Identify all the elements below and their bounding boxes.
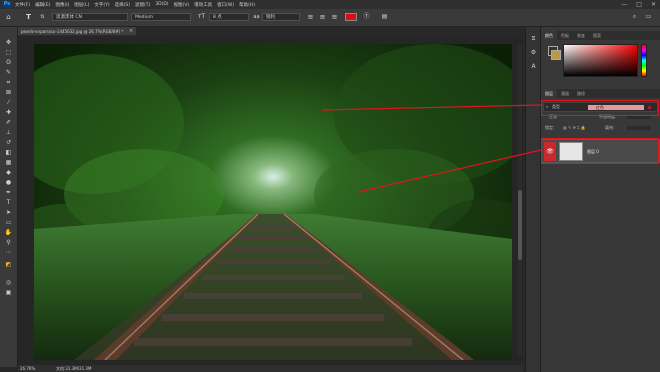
warp-text-icon[interactable]: Ⓣ [362,12,371,22]
align-right-icon[interactable]: ≡ [330,12,339,22]
gradient-icon[interactable]: ▦ [4,159,13,166]
history-brush-icon[interactable]: ↺ [4,139,13,146]
background-color-swatch[interactable] [551,50,561,60]
hue-slider[interactable] [641,44,647,77]
screen-mode-icon[interactable]: ▣ [4,289,13,296]
menu-bar: Ps 文件(F) 编辑(E) 图像(I) 图层(L) 文字(Y) 选择(S) 滤… [0,0,660,9]
tab-color[interactable]: 颜色 [541,31,557,40]
tab-patterns[interactable]: 图案 [589,31,605,40]
photoshop-logo: Ps [2,1,12,8]
brush-icon[interactable]: ✐ [4,119,13,126]
marquee-icon[interactable]: ⬚ [4,49,13,56]
menu-3d[interactable]: 3D(D) [155,2,168,7]
font-size-icon: ᴛT [197,13,206,20]
history-panel-icon[interactable]: ⧖ [529,35,538,42]
text-orientation-icon[interactable]: ⇅ [38,12,47,22]
align-left-icon[interactable]: ≡ [306,12,315,22]
font-family-select[interactable]: 思源黑体 CN [52,13,128,21]
pen-icon[interactable]: ✒ [4,189,13,196]
fill-field[interactable] [627,126,651,130]
search-icon[interactable]: ⌕ [630,12,639,22]
minimize-icon[interactable]: — [621,0,627,9]
menu-type[interactable]: 文字(Y) [94,2,109,8]
menu-window[interactable]: 窗口(W) [217,2,234,8]
menu-filter[interactable]: 滤镜(T) [135,2,150,8]
filter-highlight-box [541,100,659,116]
hand-icon[interactable]: ✋ [4,229,13,236]
tools-panel: ✥ ⬚ ʘ ✎ ⌗ ⊠ ⁄ ✚ ✐ ⊥ ↺ ◧ ▦ ◆ ● ✒ T ➤ ▭ ✋ … [0,27,18,367]
antialias-select[interactable]: 锐利 [262,13,300,21]
path-select-icon[interactable]: ➤ [4,209,13,216]
menu-help[interactable]: 帮助(H) [239,2,255,8]
layers-panel-tabs: 图层 通道 路径 [541,89,660,98]
menu-edit[interactable]: 编辑(E) [35,2,50,8]
eraser-icon[interactable]: ◧ [4,149,13,156]
color-panel-tabs: 颜色 色板 渐变 图案 [541,31,660,40]
tab-gradients[interactable]: 渐变 [573,31,589,40]
menu-layer[interactable]: 图层(L) [74,2,89,8]
layer-highlight-box [541,138,659,164]
options-bar: ⌂ T ⇅ 思源黑体 CN Medium ᴛT 8 点 aa 锐利 ≡ ≡ ≡ … [0,9,660,27]
menu-select[interactable]: 选择(S) [115,2,130,8]
maximize-icon[interactable]: □ [636,0,642,9]
blur-icon[interactable]: ◆ [4,169,13,176]
crop-icon[interactable]: ⌗ [4,79,13,86]
lasso-icon[interactable]: ʘ [4,59,13,66]
type-icon[interactable]: T [4,199,13,206]
tab-paths[interactable]: 路径 [573,89,589,98]
font-size-select[interactable]: 8 点 [209,13,249,21]
canvas-photo[interactable] [34,44,512,360]
panel-icon-strip: ⧖ ⚙ A [525,27,541,372]
menu-plugins[interactable]: 增效工具 [194,2,212,8]
eyedropper-icon[interactable]: ⁄ [4,99,13,106]
tab-layers[interactable]: 图层 [541,89,557,98]
close-window-icon[interactable]: ✕ [651,0,656,9]
type-tool-icon[interactable]: T [24,12,33,22]
scrollbar-thumb[interactable] [518,190,522,260]
lock-label: 锁定: [545,125,555,130]
status-bar: 26.76% 文档:31.3M/31.3M [18,365,523,372]
dodge-icon[interactable]: ● [4,179,13,186]
document-tab[interactable]: pexels-vnparraco-1445632.jpg @ 26.7%(RGB… [18,27,136,36]
font-style-select[interactable]: Medium [131,13,191,21]
quick-mask-icon[interactable]: ◎ [4,279,13,286]
healing-icon[interactable]: ✚ [4,109,13,116]
close-tab-icon[interactable]: × [129,27,133,36]
rectangle-icon[interactable]: ▭ [4,219,13,226]
document-info: 文档:31.3M/31.3M [56,366,92,371]
menu-file[interactable]: 文件(F) [15,2,30,8]
color-picker-field[interactable] [563,44,638,77]
character-panel-icon[interactable]: ▤ [380,12,389,22]
tab-channels[interactable]: 通道 [557,89,573,98]
zoom-icon[interactable]: ⚲ [4,239,13,246]
lock-icons[interactable]: ▦ ✎ ✥ ⌗ 🔒 [563,125,586,131]
menu-view[interactable]: 视图(V) [174,2,190,8]
align-center-icon[interactable]: ≡ [318,12,327,22]
zoom-level[interactable]: 26.76% [20,365,35,372]
properties-panel-icon[interactable]: ⚙ [529,49,538,56]
quick-select-icon[interactable]: ✎ [4,69,13,76]
fill-label: 填充: [605,125,615,130]
antialias-icon: aa [253,14,260,20]
text-color-swatch[interactable] [345,13,357,21]
foreground-background-icon[interactable]: ◩ [4,261,13,268]
workspace-icon[interactable]: ▭ [644,12,653,22]
tab-swatches[interactable]: 色板 [557,31,573,40]
libraries-panel-icon[interactable]: A [529,63,538,70]
right-panel: 颜色 色板 渐变 图案 图层 通道 路径 ⌕ 类型 红色 正常 不透明度: 锁定… [541,27,660,372]
home-icon[interactable]: ⌂ [4,12,13,22]
stamp-icon[interactable]: ⊥ [4,129,13,136]
frame-icon[interactable]: ⊠ [4,89,13,96]
move-icon[interactable]: ✥ [4,39,13,46]
menu-image[interactable]: 图像(I) [55,2,69,8]
edit-toolbar-icon[interactable]: ⋯ [4,249,13,256]
